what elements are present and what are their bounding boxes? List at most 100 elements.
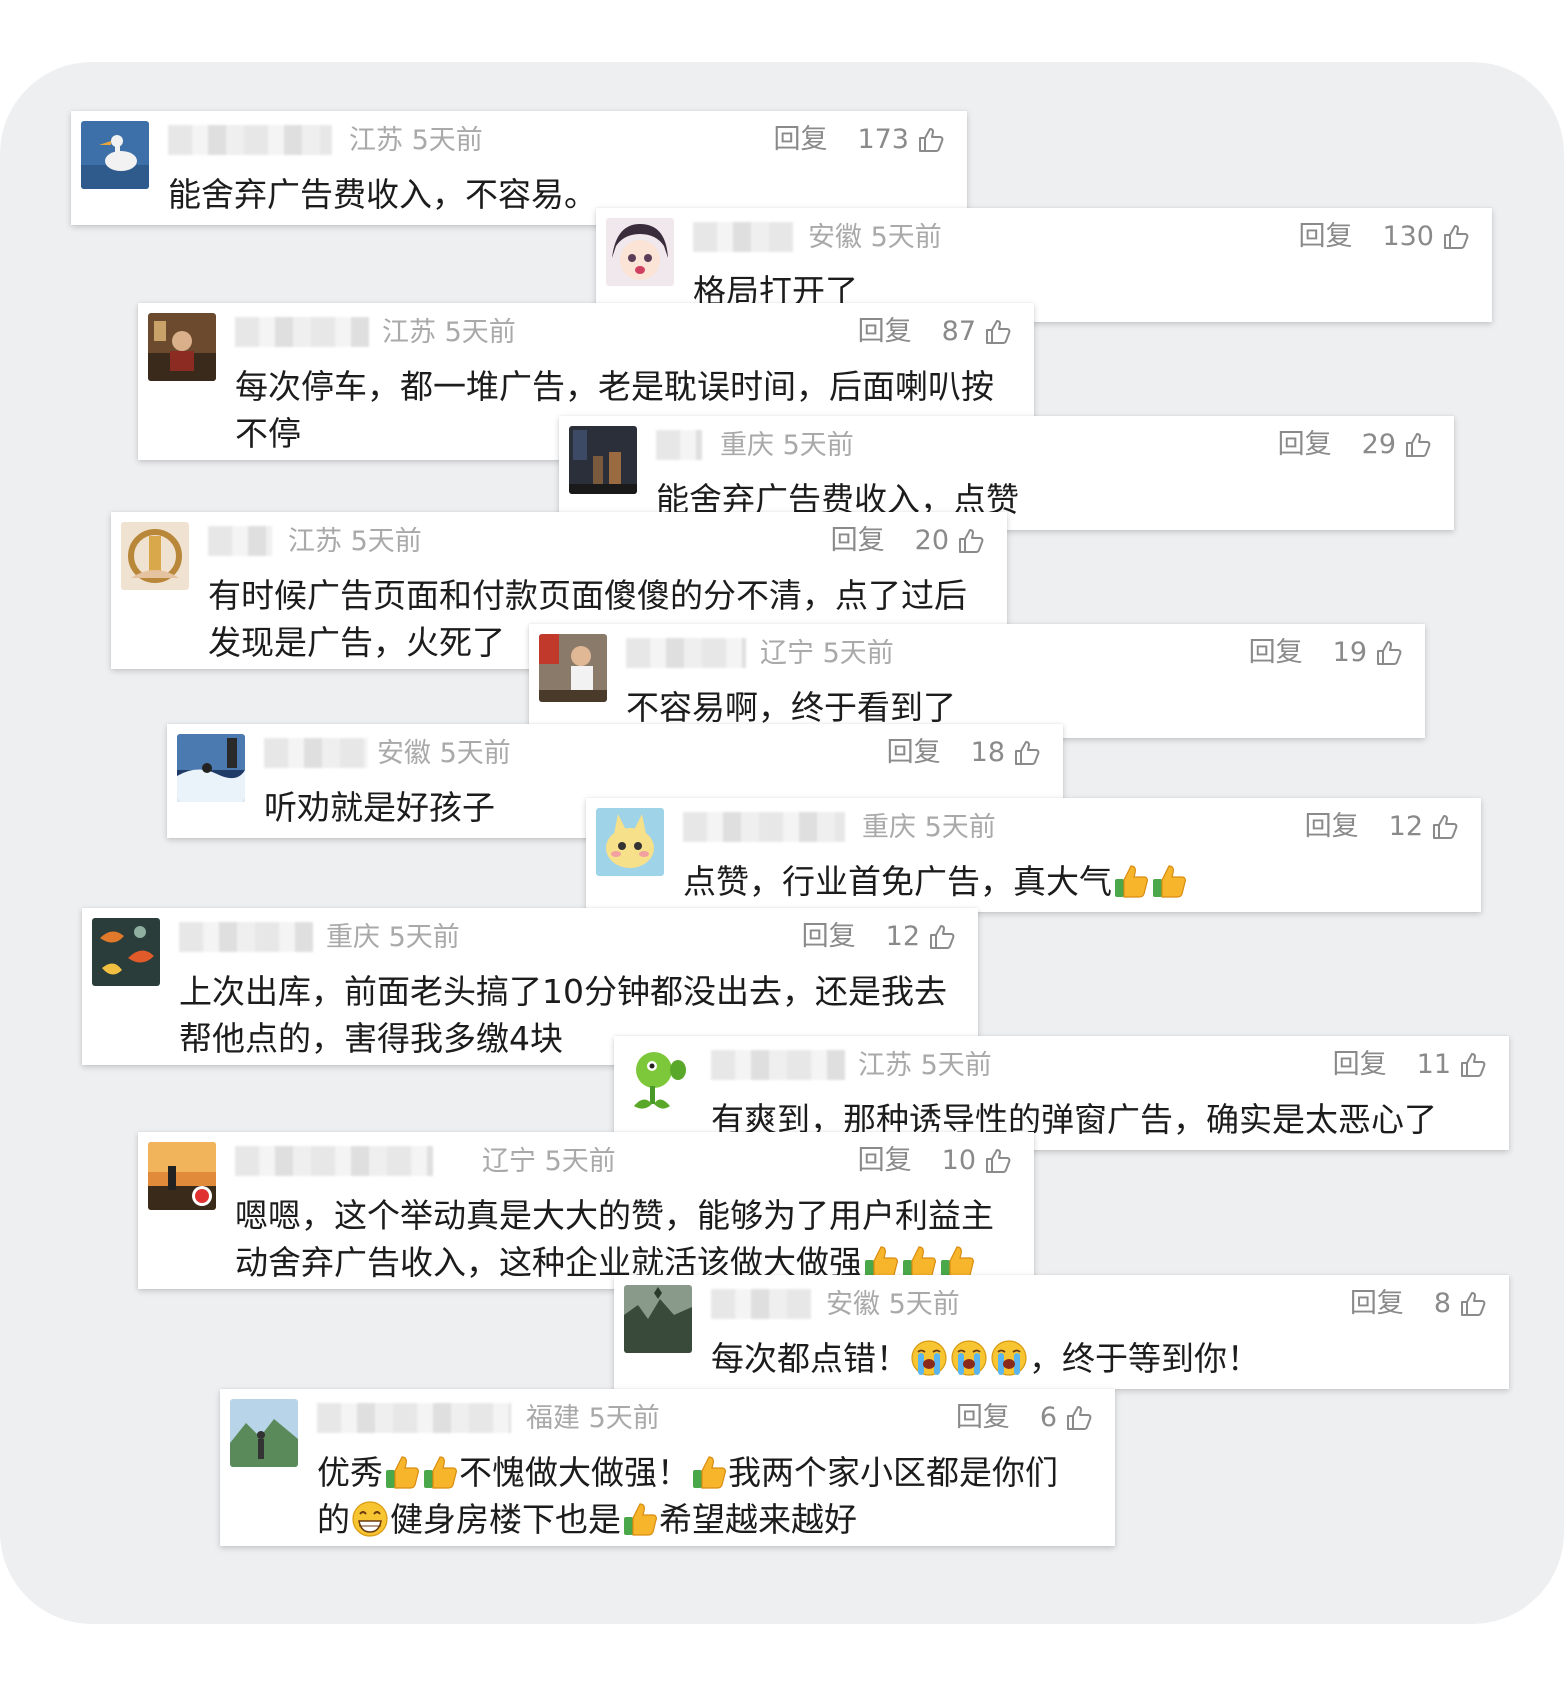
comment-text: 嗯嗯，这个举动真是大大的赞，能够为了用户利益主 动舍弃广告收入，这种企业就活该做… <box>235 1196 994 1282</box>
thumbs-up-icon[interactable] <box>1065 1404 1093 1432</box>
like-count: 130 <box>1382 221 1434 252</box>
location-time: 安徽 5天前 <box>377 738 511 769</box>
avatar[interactable] <box>606 218 674 286</box>
comment-card: 辽宁 5天前 回复 10 嗯嗯，这个举动真是大大的赞，能够为了用户利益主 动舍弃… <box>138 1132 1034 1289</box>
location-time: 福建 5天前 <box>526 1403 660 1434</box>
reply-button[interactable]: 回复 <box>1249 636 1303 670</box>
avatar[interactable] <box>148 313 216 381</box>
thumbs-up-icon[interactable] <box>1459 1290 1487 1318</box>
like-count: 87 <box>941 316 976 347</box>
like-count: 20 <box>914 525 949 556</box>
location-time: 重庆 5天前 <box>326 922 460 953</box>
grinning-face-emoji <box>351 1500 389 1538</box>
username-blurred <box>317 1403 511 1433</box>
location-time: 江苏 5天前 <box>349 125 483 156</box>
thumbs-up-emoji <box>691 1454 727 1490</box>
username-blurred <box>264 738 368 768</box>
loudly-crying-emoji <box>990 1339 1028 1377</box>
reply-button[interactable]: 回复 <box>1350 1287 1404 1321</box>
reply-button[interactable]: 回复 <box>956 1401 1010 1435</box>
like-count: 173 <box>857 124 909 155</box>
username-blurred <box>208 526 272 556</box>
comment-text: 点赞，行业首免广告，真大气 <box>683 858 1188 905</box>
reply-button[interactable]: 回复 <box>887 736 941 770</box>
location-time: 江苏 5天前 <box>288 526 422 557</box>
thumbs-up-emoji <box>622 1501 658 1537</box>
like-count: 11 <box>1416 1049 1451 1080</box>
like-count: 18 <box>970 737 1005 768</box>
like-count: 6 <box>1039 1402 1057 1433</box>
thumbs-up-icon[interactable] <box>1431 813 1459 841</box>
reply-button[interactable]: 回复 <box>831 524 885 558</box>
avatar[interactable] <box>81 121 149 189</box>
username-blurred <box>711 1289 811 1319</box>
avatar[interactable] <box>92 918 160 986</box>
username-blurred <box>683 812 845 842</box>
reply-button[interactable]: 回复 <box>858 315 912 349</box>
thumbs-up-icon[interactable] <box>1013 739 1041 767</box>
loudly-crying-emoji <box>950 1339 988 1377</box>
reply-button[interactable]: 回复 <box>1278 428 1332 462</box>
thumbs-up-icon[interactable] <box>1375 639 1403 667</box>
like-count: 19 <box>1332 637 1367 668</box>
username-blurred <box>711 1050 845 1080</box>
avatar[interactable] <box>539 634 607 702</box>
location-time: 安徽 5天前 <box>808 222 942 253</box>
comment-card: 福建 5天前 回复 6 优秀 不愧做大做强！ 我两个家小区都是你们 的健身房楼下也是… <box>220 1389 1115 1546</box>
location-time: 辽宁 5天前 <box>482 1146 616 1177</box>
username-blurred <box>626 638 746 668</box>
thumbs-up-icon[interactable] <box>917 126 945 154</box>
thumbs-up-icon[interactable] <box>957 527 985 555</box>
comment-card: 安徽 5天前 回复 8 每次都点错！ ，终于等到你！ <box>614 1275 1509 1389</box>
username-blurred <box>656 430 702 460</box>
location-time: 重庆 5天前 <box>862 812 996 843</box>
thumbs-up-icon[interactable] <box>984 1147 1012 1175</box>
loudly-crying-emoji <box>910 1339 948 1377</box>
avatar[interactable] <box>121 522 189 590</box>
comment-text: 能舍弃广告费收入，不容易。 <box>168 175 597 214</box>
thumbs-up-emoji <box>1113 863 1149 899</box>
location-time: 辽宁 5天前 <box>760 638 894 669</box>
comment-text: 优秀 不愧做大做强！ 我两个家小区都是你们 的健身房楼下也是 希望越来越好 <box>317 1453 1058 1539</box>
avatar[interactable] <box>177 734 245 802</box>
reply-button[interactable]: 回复 <box>1305 810 1359 844</box>
avatar[interactable] <box>624 1046 692 1114</box>
avatar[interactable] <box>148 1142 216 1210</box>
username-blurred <box>235 1146 433 1176</box>
reply-button[interactable]: 回复 <box>1298 220 1352 254</box>
like-count: 10 <box>941 1145 976 1176</box>
like-count: 12 <box>1388 811 1423 842</box>
reply-button[interactable]: 回复 <box>802 920 856 954</box>
username-blurred <box>179 922 313 952</box>
thumbs-up-icon[interactable] <box>928 923 956 951</box>
comment-board: 江苏 5天前 回复 173 能舍弃广告费收入，不容易。 安徽 5天前 回复 13… <box>0 62 1564 1624</box>
location-time: 江苏 5天前 <box>858 1050 992 1081</box>
thumbs-up-icon[interactable] <box>1442 223 1470 251</box>
thumbs-up-icon[interactable] <box>1459 1051 1487 1079</box>
thumbs-up-emoji <box>384 1454 420 1490</box>
location-time: 重庆 5天前 <box>720 430 854 461</box>
comment-text: 听劝就是好孩子 <box>264 788 495 827</box>
avatar[interactable] <box>230 1399 298 1467</box>
avatar[interactable] <box>624 1285 692 1353</box>
username-blurred <box>693 222 793 252</box>
like-count: 29 <box>1361 429 1396 460</box>
comment-text: 每次都点错！ ，终于等到你！ <box>711 1339 1260 1378</box>
location-time: 安徽 5天前 <box>826 1289 960 1320</box>
reply-button[interactable]: 回复 <box>1333 1048 1387 1082</box>
comment-card: 辽宁 5天前 回复 19 不容易啊，终于看到了 <box>529 624 1425 738</box>
avatar[interactable] <box>569 426 637 494</box>
comment-card: 重庆 5天前 回复 12 点赞，行业首免广告，真大气 <box>586 798 1481 912</box>
username-blurred <box>235 317 369 347</box>
reply-button[interactable]: 回复 <box>773 123 827 157</box>
thumbs-up-emoji <box>422 1454 458 1490</box>
username-blurred <box>168 125 332 155</box>
like-count: 12 <box>885 921 920 952</box>
thumbs-up-icon[interactable] <box>984 318 1012 346</box>
avatar[interactable] <box>596 808 664 876</box>
like-count: 8 <box>1433 1288 1451 1319</box>
thumbs-up-icon[interactable] <box>1404 431 1432 459</box>
reply-button[interactable]: 回复 <box>858 1144 912 1178</box>
location-time: 江苏 5天前 <box>382 317 516 348</box>
thumbs-up-emoji <box>1151 863 1187 899</box>
